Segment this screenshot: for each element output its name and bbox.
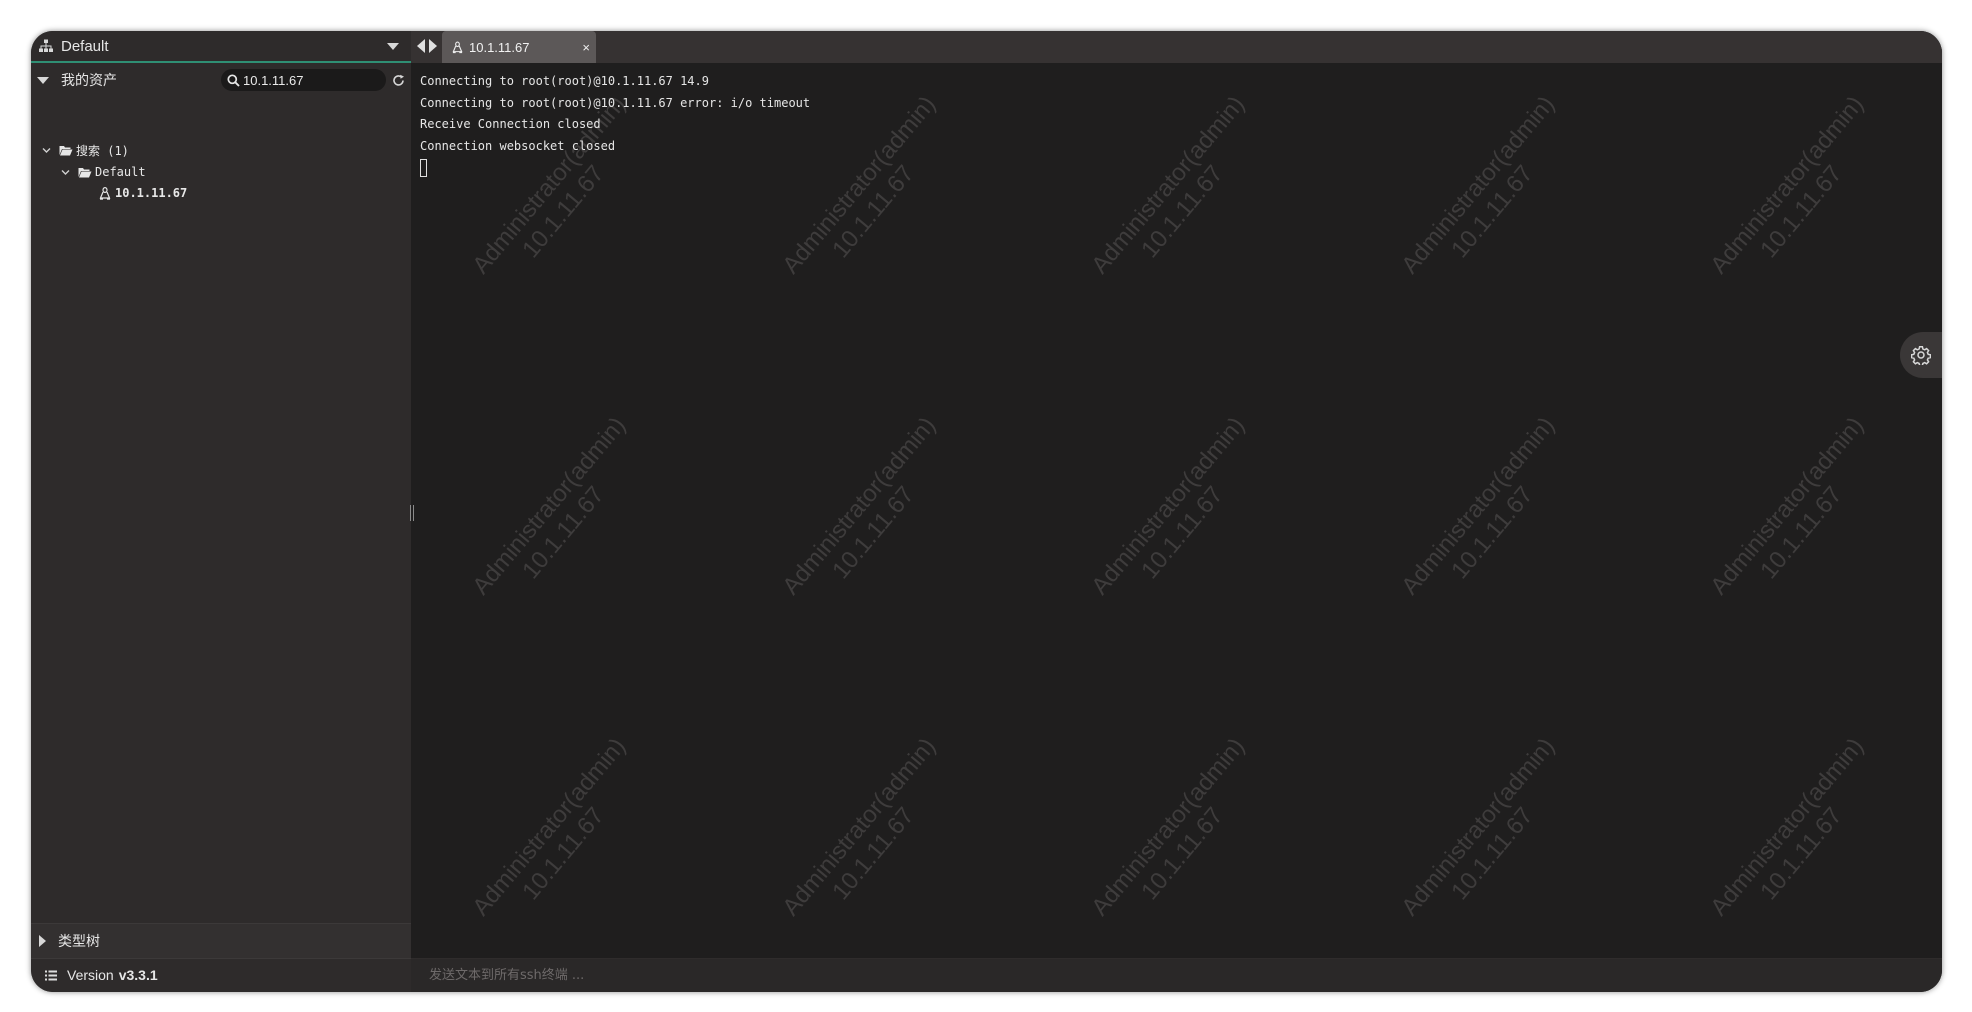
caret-down-icon[interactable] [387,42,399,50]
tab-session[interactable]: 10.1.11.67 × [442,31,596,63]
assets-title: 我的资产 [61,72,117,88]
tree-node-host[interactable]: 10.1.11.67 [99,184,187,202]
watermark: Administrator(admin) 10.1.11.67 [467,411,632,600]
gear-icon [1911,346,1931,365]
folder-open-icon [78,167,92,177]
search-icon [227,73,240,87]
tab-scroll-arrows [417,39,437,53]
organization-selector[interactable]: Default [31,31,411,63]
tree-node-search[interactable]: 搜索 (1) [42,141,129,159]
types-tree-label: 类型树 [58,933,100,949]
terminal-cursor [420,159,427,177]
terminal-line: Connecting to root(root)@10.1.11.67 erro… [420,95,811,110]
refresh-icon[interactable] [392,74,405,87]
version-label: Version [67,967,114,983]
types-tree-toggle[interactable]: 类型树 [31,923,411,959]
watermark: Administrator(admin) 10.1.11.67 [1396,411,1561,600]
arrow-left-icon[interactable] [417,39,425,53]
arrow-right-icon[interactable] [429,39,437,53]
organization-name: Default [61,37,109,55]
terminal-line: Receive Connection closed [420,117,601,131]
sidebar: Default 我的资产 10.1.11.67 搜索 (1) Default 1… [31,31,411,992]
tree-node-host-label: 10.1.11.67 [115,186,188,200]
tab-label: 10.1.11.67 [469,39,530,55]
watermark: Administrator(admin) 10.1.11.67 [1705,732,1870,921]
close-icon[interactable]: × [582,40,590,55]
list-icon[interactable] [45,970,57,981]
watermark: Administrator(admin) 10.1.11.67 [467,732,632,921]
watermark: Administrator(admin) 10.1.11.67 [1396,732,1561,921]
linux-icon [99,186,111,200]
assets-header: 我的资产 [31,65,411,95]
linux-icon [452,41,463,53]
terminal-line: Connection websocket closed [420,138,616,153]
watermark: Administrator(admin) 10.1.11.67 [1086,411,1251,600]
folder-open-icon [59,145,73,155]
expand-triangle-icon [39,935,46,947]
chevron-down-icon[interactable] [42,146,51,155]
tree-node-default[interactable]: Default [61,163,146,181]
watermark: Administrator(admin) 10.1.11.67 [1396,90,1561,279]
watermark: Administrator(admin) 10.1.11.67 [777,411,942,600]
version-bar: Version v3.3.1 [31,958,411,992]
tab-bar: 10.1.11.67 × [411,31,1942,63]
sitemap-icon [39,39,53,52]
terminal[interactable]: Administrator(admin) 10.1.11.67 Administr… [411,63,1942,958]
tree-node-default-label: Default [95,165,146,179]
watermark: Administrator(admin) 10.1.11.67 [777,732,942,921]
watermark: Administrator(admin) 10.1.11.67 [1086,732,1251,921]
app-window: Default 我的资产 10.1.11.67 搜索 (1) Default 1… [31,31,1942,992]
collapse-triangle-icon[interactable] [37,76,49,84]
settings-button[interactable] [1900,332,1942,378]
broadcast-input-bar [411,958,1942,992]
tree-node-search-label: 搜索 (1) [76,143,129,158]
terminal-output: Connecting to root(root)@10.1.11.67 14.9… [420,71,810,177]
watermark: Administrator(admin) 10.1.11.67 [1705,90,1870,279]
main-area: 10.1.11.67 × Administrator(admin) 10.1.11… [410,31,1942,992]
panel-resize-handle[interactable] [410,505,414,521]
chevron-down-icon[interactable] [61,168,70,177]
version-number: v3.3.1 [118,967,158,983]
watermark: Administrator(admin) 10.1.11.67 [1086,90,1251,279]
watermark: Administrator(admin) 10.1.11.67 [1705,411,1870,600]
asset-search-box [221,69,386,91]
broadcast-input[interactable] [429,966,1229,984]
asset-search-input[interactable] [243,72,373,88]
terminal-line: Connecting to root(root)@10.1.11.67 14.9 [420,74,709,88]
